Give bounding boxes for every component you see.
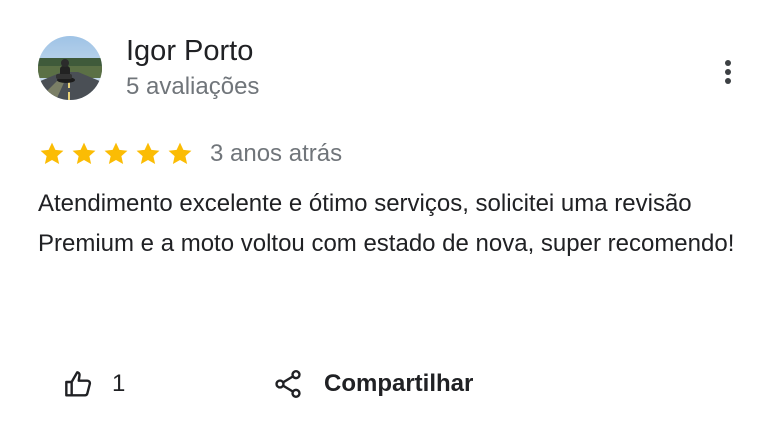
star-icon <box>168 142 192 165</box>
reviewer-review-count: 5 avaliações <box>126 73 260 100</box>
rating-row: 3 anos atrás <box>38 137 342 171</box>
thumb-up-icon <box>65 371 92 397</box>
star-rating <box>38 140 194 168</box>
like-count: 1 <box>112 370 126 397</box>
review-date: 3 anos atrás <box>210 140 343 167</box>
more-vert-icon <box>725 60 731 84</box>
more-options-button[interactable] <box>712 54 744 90</box>
reviewer-name[interactable]: Igor Porto <box>126 33 253 69</box>
star-icon <box>136 142 160 165</box>
share-label: Compartilhar <box>324 370 474 397</box>
review-text: Atendimento excelente e ótimo serviços, … <box>38 190 735 257</box>
review-card: Igor Porto 5 avaliações 3 anos atrás Ate… <box>0 0 778 440</box>
star-icon <box>104 142 128 165</box>
avatar[interactable] <box>38 36 102 100</box>
star-icon <box>72 142 96 165</box>
avatar-photo <box>38 36 102 100</box>
star-icon <box>40 142 64 165</box>
share-icon <box>275 370 301 398</box>
share-button[interactable]: Compartilhar <box>272 362 473 406</box>
like-button[interactable]: 1 <box>62 362 125 406</box>
